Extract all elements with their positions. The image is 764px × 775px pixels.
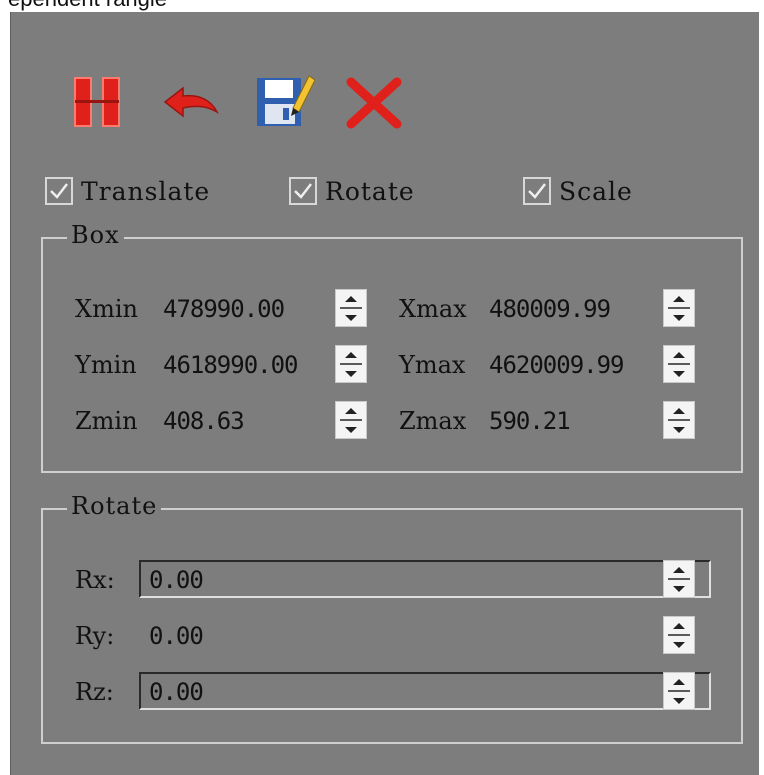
xmax-spinner[interactable] <box>663 289 695 327</box>
translate-checkbox[interactable] <box>45 177 73 205</box>
undo-button[interactable] <box>159 72 221 134</box>
rz-spinner[interactable] <box>663 672 695 710</box>
save-icon <box>257 75 315 126</box>
spin-down-icon[interactable] <box>664 421 694 438</box>
box-group-title: Box <box>67 221 124 249</box>
spin-down-icon[interactable] <box>336 365 366 382</box>
zmax-label: Zmax <box>399 407 467 435</box>
ry-value: 0.00 <box>149 622 204 650</box>
xmin-label: Xmin <box>75 295 138 323</box>
spin-down-icon[interactable] <box>664 636 694 653</box>
spin-up-icon[interactable] <box>336 290 366 307</box>
spin-down-icon[interactable] <box>664 309 694 326</box>
spin-down-icon[interactable] <box>664 580 694 597</box>
spin-down-icon[interactable] <box>664 692 694 709</box>
spin-up-icon[interactable] <box>336 346 366 363</box>
ymax-spinner[interactable] <box>663 345 695 383</box>
rz-value: 0.00 <box>149 678 204 706</box>
spin-up-icon[interactable] <box>664 561 694 578</box>
ymin-value[interactable]: 4618990.00 <box>163 351 298 379</box>
spin-up-icon[interactable] <box>664 346 694 363</box>
rotate-checkbox[interactable] <box>289 177 317 205</box>
close-icon <box>346 77 402 129</box>
checkmark-icon <box>294 183 312 199</box>
rx-spinner[interactable] <box>663 560 695 598</box>
undo-icon <box>163 86 219 118</box>
window-title: ependent rangle <box>8 0 167 12</box>
zmin-value[interactable]: 408.63 <box>163 407 245 435</box>
ry-label: Ry: <box>75 622 115 650</box>
ymin-spinner[interactable] <box>335 345 367 383</box>
rotate-group-title: Rotate <box>67 492 162 520</box>
rotate-group: Rotate Rx: 0.00 Ry: 0.00 Rz: 0.00 <box>41 492 743 744</box>
rz-label: Rz: <box>75 678 114 706</box>
xmin-spinner[interactable] <box>335 289 367 327</box>
zmin-label: Zmin <box>75 407 138 435</box>
ymax-label: Ymax <box>399 351 466 379</box>
pause-icon <box>74 77 120 127</box>
translate-option[interactable]: Translate <box>45 174 210 208</box>
pause-button[interactable] <box>69 72 131 134</box>
zmin-spinner[interactable] <box>335 401 367 439</box>
rx-field[interactable]: 0.00 <box>139 560 711 598</box>
ry-field[interactable]: 0.00 <box>139 616 711 654</box>
box-group: Box Xmin 478990.00 Xmax 480009.99 Ymin 4… <box>41 221 743 473</box>
rx-label: Rx: <box>75 566 115 594</box>
ry-spinner[interactable] <box>663 616 695 654</box>
xmin-value[interactable]: 478990.00 <box>163 295 285 323</box>
ymax-value[interactable]: 4620009.99 <box>489 351 624 379</box>
spin-up-icon[interactable] <box>664 617 694 634</box>
scale-option[interactable]: Scale <box>523 174 633 208</box>
ymin-label: Ymin <box>75 351 137 379</box>
spin-down-icon[interactable] <box>664 365 694 382</box>
rx-value: 0.00 <box>149 566 204 594</box>
scale-label: Scale <box>559 176 633 206</box>
transform-panel: Translate Rotate Scale Box Xmin 478990.0… <box>10 12 759 775</box>
rotate-label: Rotate <box>325 176 415 206</box>
save-button[interactable] <box>253 72 315 134</box>
spin-up-icon[interactable] <box>664 290 694 307</box>
checkmark-icon <box>528 183 546 199</box>
rotate-option[interactable]: Rotate <box>289 174 415 208</box>
rz-field[interactable]: 0.00 <box>139 672 711 710</box>
spin-up-icon[interactable] <box>664 673 694 690</box>
zmax-value[interactable]: 590.21 <box>489 407 571 435</box>
spin-down-icon[interactable] <box>336 421 366 438</box>
xmax-value[interactable]: 480009.99 <box>489 295 611 323</box>
checkmark-icon <box>50 183 68 199</box>
translate-label: Translate <box>81 176 211 206</box>
spin-up-icon[interactable] <box>664 402 694 419</box>
spin-up-icon[interactable] <box>336 402 366 419</box>
scale-checkbox[interactable] <box>523 177 551 205</box>
spin-down-icon[interactable] <box>336 309 366 326</box>
close-button[interactable] <box>343 72 405 134</box>
xmax-label: Xmax <box>399 295 467 323</box>
zmax-spinner[interactable] <box>663 401 695 439</box>
